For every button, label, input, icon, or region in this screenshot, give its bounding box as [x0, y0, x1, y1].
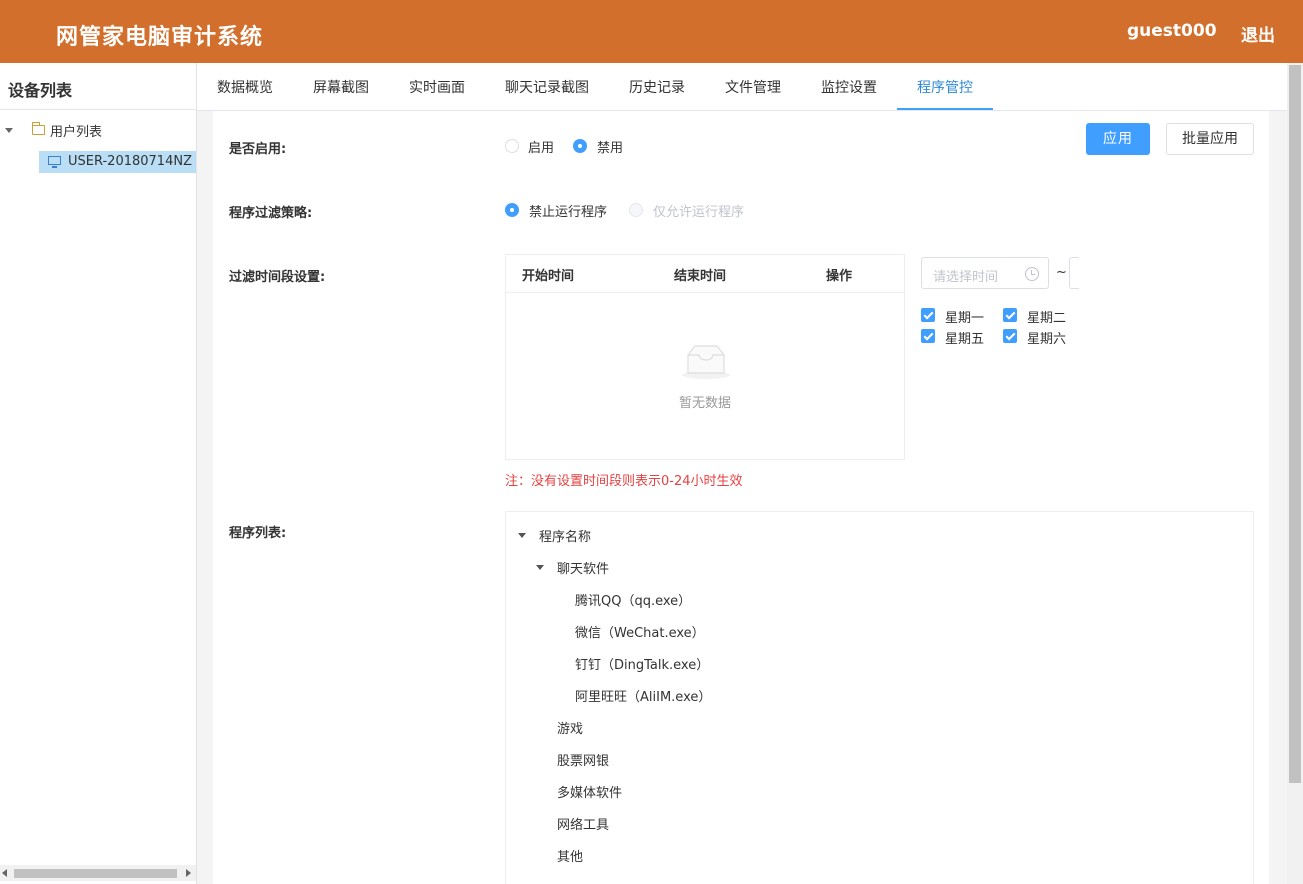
device-sidebar: 设备列表 用户列表 USER-20180714NZ — [0, 63, 197, 884]
logout-link[interactable]: 退出 — [1241, 21, 1275, 46]
checkbox-friday[interactable] — [921, 329, 935, 343]
tree-leaf-dingtalk[interactable]: 钉钉（DingTalk.exe） — [575, 654, 709, 673]
program-tree: 程序名称 聊天软件 腾讯QQ（qq.exe） 微信（WeChat.exe） 钉钉… — [505, 511, 1254, 884]
strategy-label: 程序过滤策略: — [229, 206, 313, 221]
end-time-picker[interactable] — [1069, 257, 1079, 289]
sidebar-title: 设备列表 — [8, 81, 73, 100]
sidebar-horizontal-scrollbar[interactable] — [0, 865, 196, 881]
enable-label: 是否启用: — [229, 142, 287, 157]
checkbox-monday-label[interactable]: 星期一 — [945, 307, 984, 326]
active-tab-indicator — [897, 108, 993, 110]
tab-file-management[interactable]: 文件管理 — [725, 77, 781, 97]
app-header: 网管家电脑审计系统 guest000 退出 — [0, 0, 1303, 63]
scroll-right-arrow-icon[interactable] — [186, 869, 191, 877]
batch-apply-button[interactable]: 批量应用 — [1166, 123, 1254, 155]
tab-program-control[interactable]: 程序管控 — [917, 77, 973, 97]
empty-table-text: 暂无数据 — [678, 396, 731, 411]
time-period-label: 过滤时间段设置: — [229, 270, 326, 285]
scroll-thumb[interactable] — [1289, 65, 1301, 783]
checkbox-saturday-label[interactable]: 星期六 — [1027, 328, 1066, 347]
radio-disable[interactable] — [573, 139, 587, 153]
column-end-time: 结束时间 — [674, 269, 727, 284]
tab-monitor-settings[interactable]: 监控设置 — [821, 77, 877, 97]
tree-node-multimedia[interactable]: 多媒体软件 — [557, 782, 622, 801]
radio-allow-only[interactable] — [629, 203, 643, 217]
tab-history[interactable]: 历史记录 — [629, 77, 685, 97]
monitor-icon — [48, 156, 61, 168]
checkbox-tuesday-label[interactable]: 星期二 — [1027, 307, 1066, 326]
apply-button[interactable]: 应用 — [1086, 123, 1150, 155]
tree-leaf-aliim[interactable]: 阿里旺旺（AliIM.exe） — [575, 686, 711, 705]
time-period-note: 注：没有设置时间段则表示0-24小时生效 — [505, 474, 743, 489]
tab-live-view[interactable]: 实时画面 — [409, 77, 465, 97]
checkbox-saturday[interactable] — [1003, 329, 1017, 343]
tree-expand-caret-icon[interactable] — [5, 128, 13, 133]
tab-data-overview[interactable]: 数据概览 — [217, 77, 273, 97]
caret-down-icon[interactable] — [536, 565, 544, 570]
tree-node-other[interactable]: 其他 — [557, 846, 583, 865]
tree-node-device[interactable]: USER-20180714NZ — [39, 151, 196, 173]
empty-box-icon — [682, 345, 730, 379]
checkbox-friday-label[interactable]: 星期五 — [945, 328, 984, 347]
tree-root-program-name[interactable]: 程序名称 — [539, 526, 591, 545]
current-user: guest000 — [1127, 21, 1217, 41]
radio-block-programs-label[interactable]: 禁止运行程序 — [529, 201, 607, 220]
table-header: 开始时间 结束时间 操作 — [506, 255, 904, 293]
program-control-panel: 是否启用: 启用 禁用 应用 批量应用 程序过滤策略: 禁止运行程序 仅允许运行… — [213, 111, 1269, 884]
radio-disable-label[interactable]: 禁用 — [597, 137, 623, 156]
program-list-label: 程序列表: — [229, 526, 287, 541]
column-start-time: 开始时间 — [522, 269, 575, 284]
range-separator: ~ — [1056, 265, 1067, 280]
column-actions: 操作 — [826, 269, 853, 284]
radio-block-programs[interactable] — [505, 203, 519, 217]
caret-down-icon[interactable] — [518, 533, 526, 538]
start-time-picker[interactable]: 请选择时间 — [921, 257, 1049, 289]
folder-icon — [32, 122, 45, 135]
tab-chat-screenshots[interactable]: 聊天记录截图 — [505, 77, 589, 97]
time-picker-placeholder: 请选择时间 — [933, 270, 999, 285]
radio-enable[interactable] — [505, 139, 519, 153]
time-period-table: 开始时间 结束时间 操作 暂无数据 — [505, 254, 905, 460]
tab-screenshots[interactable]: 屏幕截图 — [313, 77, 369, 97]
tab-bar: 数据概览 屏幕截图 实时画面 聊天记录截图 历史记录 文件管理 监控设置 程序管… — [197, 63, 1287, 111]
tree-node-chat-software[interactable]: 聊天软件 — [557, 558, 609, 577]
tree-node-network-tools[interactable]: 网络工具 — [557, 814, 609, 833]
radio-enable-label[interactable]: 启用 — [528, 137, 554, 156]
tree-root-label[interactable]: 用户列表 — [50, 121, 102, 140]
page-vertical-scrollbar[interactable] — [1287, 63, 1303, 884]
clock-icon — [1025, 267, 1039, 281]
checkbox-tuesday[interactable] — [1003, 308, 1017, 322]
radio-allow-only-label[interactable]: 仅允许运行程序 — [653, 201, 744, 220]
checkbox-monday[interactable] — [921, 308, 935, 322]
tree-leaf-qq[interactable]: 腾讯QQ（qq.exe） — [575, 590, 691, 609]
scroll-thumb[interactable] — [14, 869, 177, 878]
device-label: USER-20180714NZ — [68, 154, 192, 169]
sidebar-divider — [0, 109, 196, 110]
app-title: 网管家电脑审计系统 — [56, 25, 264, 50]
scroll-left-arrow-icon[interactable] — [2, 869, 7, 877]
tree-leaf-wechat[interactable]: 微信（WeChat.exe） — [575, 622, 705, 641]
tree-node-stocks-banking[interactable]: 股票网银 — [557, 750, 609, 769]
main-content: 是否启用: 启用 禁用 应用 批量应用 程序过滤策略: 禁止运行程序 仅允许运行… — [197, 111, 1287, 884]
tree-node-games[interactable]: 游戏 — [557, 718, 583, 737]
